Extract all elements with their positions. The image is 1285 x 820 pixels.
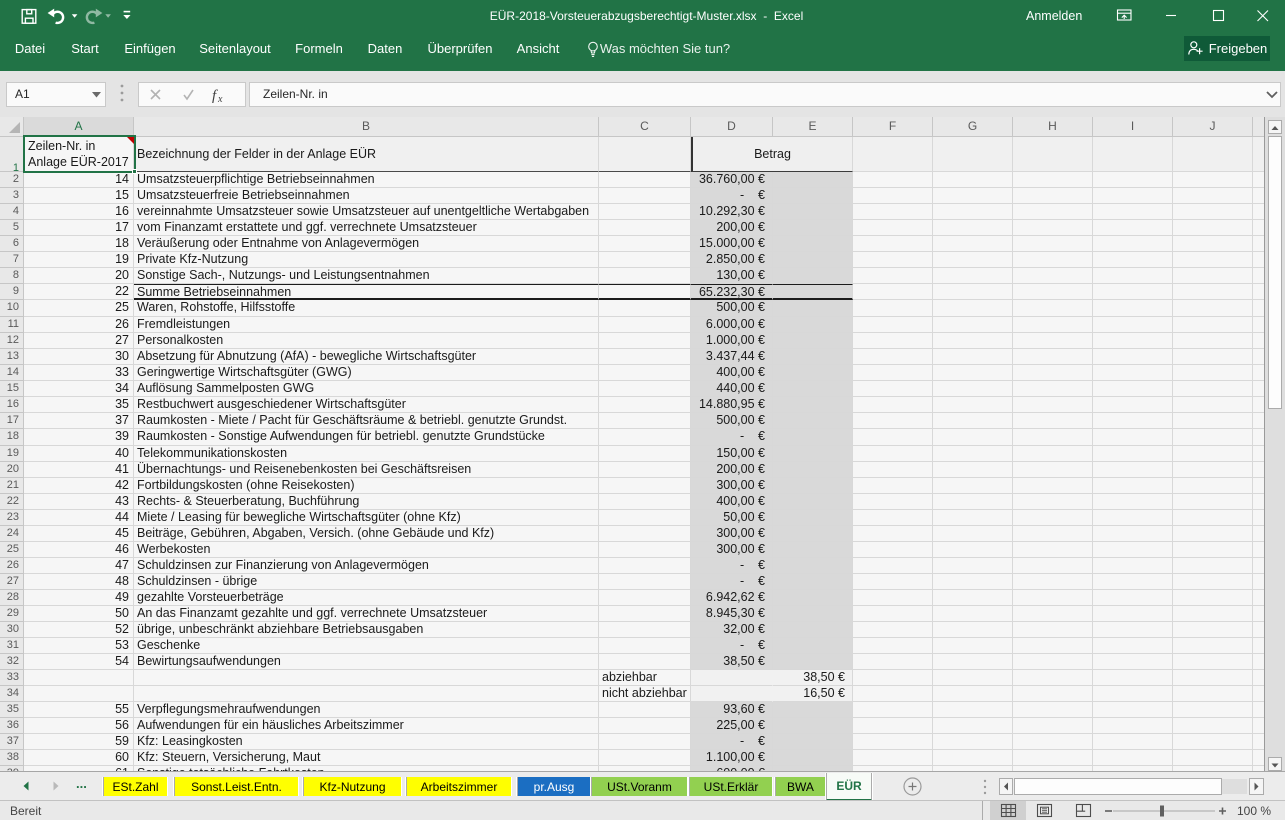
svg-text:x: x bbox=[217, 94, 223, 104]
